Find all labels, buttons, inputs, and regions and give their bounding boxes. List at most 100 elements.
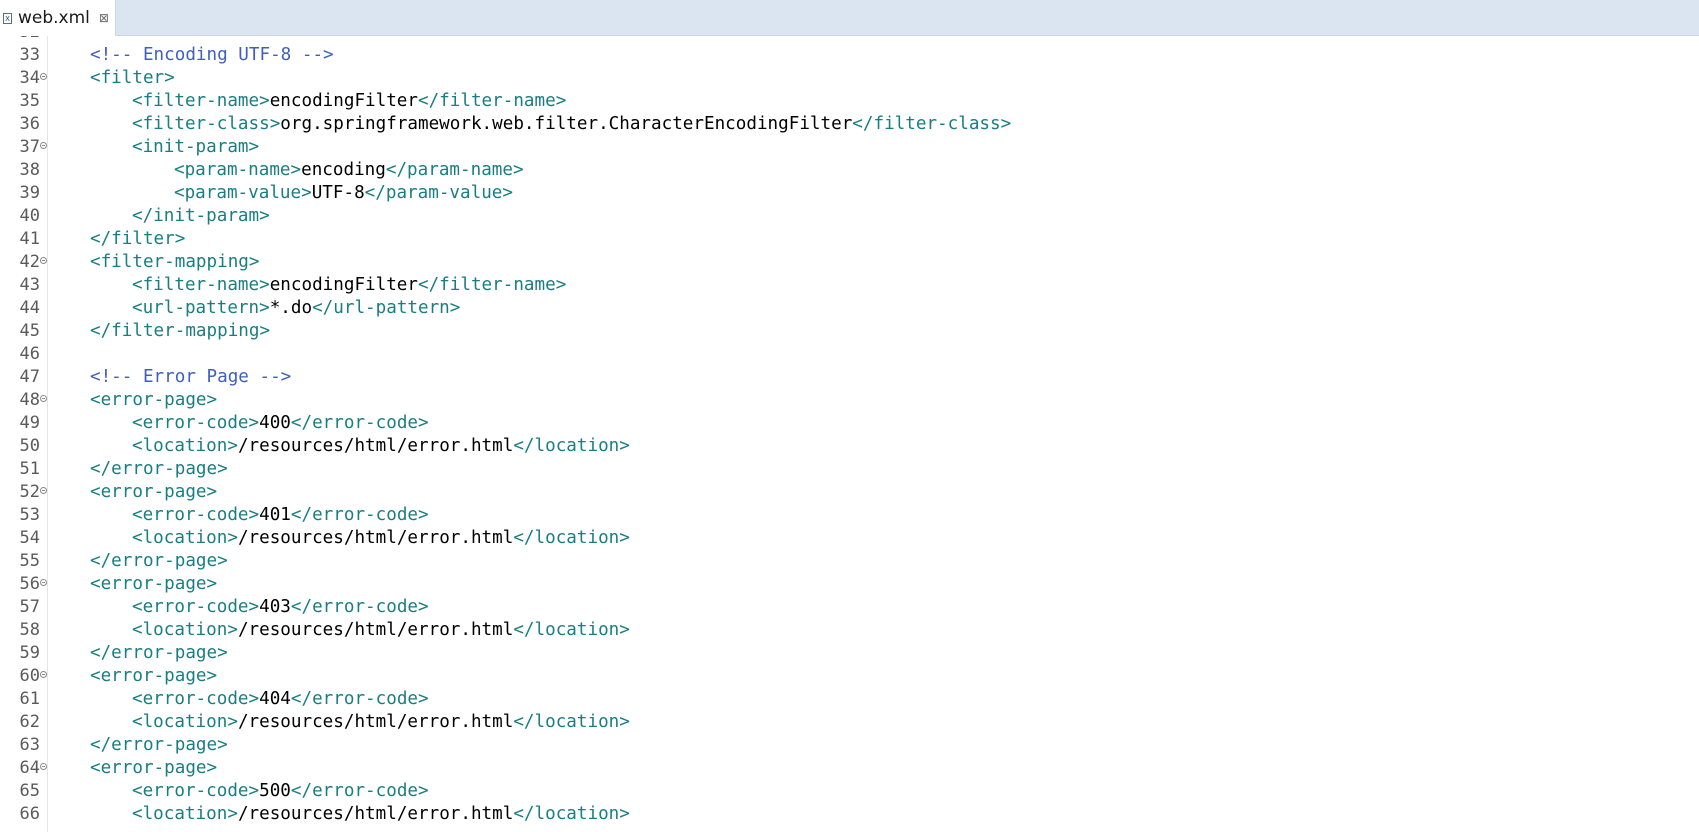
code-line[interactable]: 41 </filter>	[0, 228, 1699, 251]
xml-tag: </error-code>	[290, 413, 429, 433]
fold-collapse-icon[interactable]	[40, 257, 47, 264]
xml-tag: <filter>	[90, 68, 175, 88]
xml-text: encodingFilter	[269, 91, 418, 111]
xml-tag: </filter>	[90, 229, 186, 249]
code-text: <filter>	[90, 67, 175, 90]
code-line[interactable]: 44 <url-pattern>*.do</url-pattern>	[0, 297, 1699, 320]
code-line[interactable]: 66 <location>/resources/html/error.html</…	[0, 803, 1699, 826]
xml-tag: <error-code>	[132, 505, 260, 525]
code-line[interactable]: 56 <error-page>	[0, 573, 1699, 596]
code-text: <error-code>500</error-code>	[132, 780, 429, 803]
code-editor[interactable]: 3233 <!-- Encoding UTF-8 --> 34 <filter> 35 <…	[0, 36, 1699, 832]
xml-tag: </filter-class>	[852, 114, 1012, 134]
code-text: <location>/resources/html/error.html</lo…	[132, 527, 630, 550]
xml-tag: </filter-name>	[418, 91, 567, 111]
code-line[interactable]: 60 <error-page>	[0, 665, 1699, 688]
code-text: <error-page>	[90, 665, 217, 688]
code-line[interactable]: 51 </error-page>	[0, 458, 1699, 481]
xml-tag: <error-code>	[132, 413, 260, 433]
fold-collapse-icon[interactable]	[40, 73, 47, 80]
fold-collapse-icon[interactable]	[40, 395, 47, 402]
code-line[interactable]: 39 <param-value>UTF-8</param-value>	[0, 182, 1699, 205]
code-text: </filter>	[90, 228, 185, 251]
code-line[interactable]: 54 <location>/resources/html/error.html</…	[0, 527, 1699, 550]
code-text: <location>/resources/html/error.html</lo…	[132, 711, 630, 734]
code-line[interactable]: 38 <param-name>encoding</param-name>	[0, 159, 1699, 182]
line-number: 39	[19, 183, 40, 203]
code-line[interactable]: 52 <error-page>	[0, 481, 1699, 504]
code-text: <filter-name>encodingFilter</filter-name…	[132, 90, 566, 113]
fold-collapse-icon[interactable]	[40, 763, 47, 770]
line-number: 61	[19, 689, 40, 709]
code-line[interactable]: 55 </error-page>	[0, 550, 1699, 573]
code-line[interactable]: 32	[0, 36, 1699, 44]
code-line[interactable]: 48 <error-page>	[0, 389, 1699, 412]
code-text: <error-code>404</error-code>	[132, 688, 429, 711]
code-line[interactable]: 53 <error-code>401</error-code>	[0, 504, 1699, 527]
xml-text: encodingFilter	[269, 275, 418, 295]
code-text: <param-value>UTF-8</param-value>	[174, 182, 513, 205]
code-line[interactable]: 47 <!-- Error Page -->	[0, 366, 1699, 389]
line-number: 57	[19, 597, 40, 617]
code-line[interactable]: 36 <filter-class>org.springframework.web.…	[0, 113, 1699, 136]
close-icon[interactable]: ⊠	[99, 11, 109, 25]
code-text: <filter-class>org.springframework.web.fi…	[132, 113, 1011, 136]
fold-collapse-icon[interactable]	[40, 487, 47, 494]
code-text: <error-code>403</error-code>	[132, 596, 429, 619]
xml-tag: </init-param>	[132, 206, 270, 226]
code-line[interactable]: 37 <init-param>	[0, 136, 1699, 159]
code-text: <init-param>	[132, 136, 259, 159]
line-number: 40	[19, 206, 40, 226]
xml-tag: <error-page>	[90, 574, 218, 594]
code-line[interactable]: 34 <filter>	[0, 67, 1699, 90]
editor-tab-bar: X web.xml ⊠	[0, 0, 1699, 36]
code-text: <filter-mapping>	[90, 251, 259, 274]
line-number: 62	[19, 712, 40, 732]
code-line[interactable]: 59 </error-page>	[0, 642, 1699, 665]
fold-collapse-icon[interactable]	[40, 671, 47, 678]
code-line[interactable]: 49 <error-code>400</error-code>	[0, 412, 1699, 435]
line-number: 36	[19, 114, 40, 134]
code-line[interactable]: 61 <error-code>404</error-code>	[0, 688, 1699, 711]
xml-text: 400	[259, 413, 291, 433]
code-line[interactable]: 35 <filter-name>encodingFilter</filter-na…	[0, 90, 1699, 113]
xml-tag: <location>	[132, 436, 238, 456]
line-number: 32	[0, 36, 40, 44]
xml-tag: </error-page>	[90, 735, 228, 755]
code-line[interactable]: 42 <filter-mapping>	[0, 251, 1699, 274]
xml-text: UTF-8	[311, 183, 365, 203]
fold-collapse-icon[interactable]	[40, 142, 47, 149]
line-number: 34	[19, 68, 40, 88]
xml-tag: <init-param>	[132, 137, 260, 157]
xml-tag: <error-page>	[90, 666, 218, 686]
code-line[interactable]: 40 </init-param>	[0, 205, 1699, 228]
line-number: 53	[19, 505, 40, 525]
line-number: 42	[19, 252, 40, 272]
code-line[interactable]: 50 <location>/resources/html/error.html</…	[0, 435, 1699, 458]
code-line[interactable]: 43 <filter-name>encodingFilter</filter-na…	[0, 274, 1699, 297]
line-number: 59	[19, 643, 40, 663]
line-number: 54	[19, 528, 40, 548]
code-line[interactable]: 64 <error-page>	[0, 757, 1699, 780]
code-text: <error-page>	[90, 757, 217, 780]
code-line[interactable]: 58 <location>/resources/html/error.html</…	[0, 619, 1699, 642]
line-number: 35	[19, 91, 40, 111]
code-line[interactable]: 63 </error-page>	[0, 734, 1699, 757]
xml-tag: </error-code>	[290, 689, 429, 709]
fold-collapse-icon[interactable]	[40, 579, 47, 586]
xml-tag: </error-page>	[90, 459, 228, 479]
xml-tag: </location>	[513, 436, 630, 456]
tab-web-xml[interactable]: X web.xml ⊠	[0, 0, 116, 36]
xml-tag: </error-page>	[90, 643, 228, 663]
code-line[interactable]: 33 <!-- Encoding UTF-8 -->	[0, 44, 1699, 67]
code-line[interactable]: 62 <location>/resources/html/error.html</…	[0, 711, 1699, 734]
line-number: 44	[19, 298, 40, 318]
code-lines[interactable]: 3233 <!-- Encoding UTF-8 --> 34 <filter> 35 <…	[0, 36, 1699, 826]
code-line[interactable]: 45 </filter-mapping>	[0, 320, 1699, 343]
code-line[interactable]: 46	[0, 343, 1699, 366]
code-text: <error-page>	[90, 573, 217, 596]
line-number: 60	[19, 666, 40, 686]
code-line[interactable]: 65 <error-code>500</error-code>	[0, 780, 1699, 803]
code-text: <!-- Error Page -->	[90, 366, 291, 389]
code-line[interactable]: 57 <error-code>403</error-code>	[0, 596, 1699, 619]
